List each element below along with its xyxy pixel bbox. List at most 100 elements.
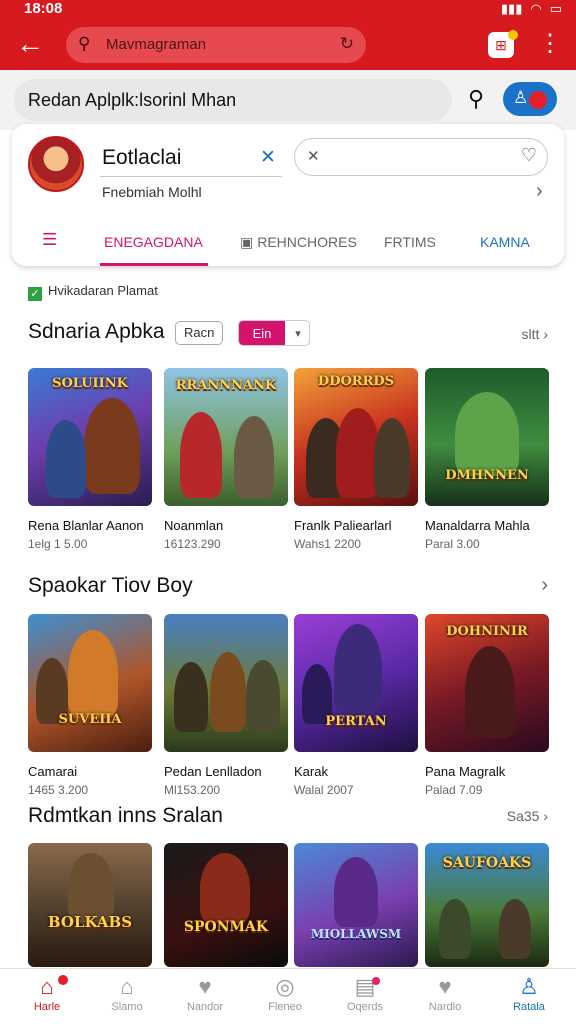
- bottom-navigation: ⌂ Harle ⌂ Slamo ♥ Nandor ◎ Fleneo ▤ Oqer…: [0, 968, 576, 1024]
- chevron-right-icon[interactable]: ›: [536, 180, 543, 203]
- chevron-down-icon: ▾: [295, 328, 301, 340]
- home-icon: ⌂: [40, 974, 54, 999]
- search-input[interactable]: Redan Aplplk:lsorinl Mhan: [14, 79, 452, 121]
- search-placeholder: Redan Aplplk:lsorinl Mhan: [28, 90, 237, 110]
- game-logo: SUVEIIA: [58, 712, 122, 727]
- nav-label: Ratala: [513, 1001, 545, 1013]
- game-thumbnail: DDORRDS: [294, 368, 418, 506]
- nav-label: Oqerds: [346, 1001, 384, 1013]
- nav-store[interactable]: ⌂ Slamo: [92, 973, 162, 1013]
- game-card[interactable]: MIOLLAWSM: [294, 843, 418, 967]
- game-meta: Walal 2007: [294, 783, 354, 797]
- heart-icon: ♥: [198, 974, 212, 999]
- checkbox-icon: ✓: [28, 287, 42, 301]
- profile-subtitle: Fnebmiah Molhl: [102, 184, 202, 200]
- nav-home[interactable]: ⌂ Harle: [12, 973, 82, 1013]
- game-logo: PERTAN: [325, 714, 387, 729]
- search-row: Redan Aplplk:lsorinl Mhan ⚲ ♙: [0, 70, 576, 130]
- grid-icon: ▣: [240, 234, 254, 250]
- game-title: Rena Blanlar Aanon: [28, 518, 144, 533]
- nav-label: Slamo: [111, 1001, 143, 1013]
- sort-label: Ein: [239, 321, 285, 345]
- game-card[interactable]: PERTAN Karak Walal 2007: [294, 614, 418, 797]
- back-arrow-icon[interactable]: ←: [16, 30, 46, 60]
- game-thumbnail: DOHNINIR: [425, 614, 549, 752]
- active-tab-indicator: [100, 263, 208, 266]
- game-title: Pana Magralk: [425, 764, 506, 779]
- account-toggle-button[interactable]: ♙: [503, 82, 557, 116]
- game-title: Manaldarra Mahla: [425, 518, 530, 533]
- game-logo: BOLKABS: [47, 913, 133, 931]
- game-logo: SPONMAK: [183, 919, 269, 935]
- more-menu-icon[interactable]: ⋮: [538, 30, 562, 58]
- nav-wishlist[interactable]: ♥ Nardlo: [410, 973, 480, 1013]
- game-thumbnail: SUVEIIA: [28, 614, 152, 752]
- game-card[interactable]: SOLUIINK Rena Blanlar Aanon 1elg 1 5.00: [28, 368, 152, 551]
- list-icon: ☰: [42, 230, 58, 249]
- game-thumbnail: BOLKABS: [28, 843, 152, 967]
- game-logo: MIOLLAWSM: [310, 927, 402, 941]
- tab-kamna[interactable]: KAMNA: [480, 234, 530, 250]
- url-text: Mavmagraman: [106, 36, 207, 53]
- tab-frtims[interactable]: FRTIMS: [384, 234, 436, 250]
- search-icon: ⚲: [78, 34, 91, 53]
- see-all-link[interactable]: sltt ›: [522, 326, 548, 342]
- chevron-right-icon[interactable]: ›: [541, 574, 548, 597]
- game-meta: Palad 7.09: [425, 783, 483, 797]
- filter-input[interactable]: ✕ ♡: [294, 138, 548, 176]
- tab-label: REHNCHORES: [257, 234, 357, 250]
- nav-label: Fleneo: [268, 1001, 302, 1013]
- game-card[interactable]: SAUFOAKS: [425, 843, 549, 967]
- nav-chat[interactable]: ▤ Oqerds: [330, 973, 400, 1013]
- nav-favorites[interactable]: ♥ Nandor: [170, 973, 240, 1013]
- chat-bubble-icon[interactable]: ♡: [521, 145, 537, 166]
- game-meta: 1elg 1 5.00: [28, 537, 88, 551]
- tab-engagement[interactable]: ENEGAGDANA: [104, 234, 203, 250]
- wifi-icon: ◠: [530, 1, 542, 16]
- game-title: Karak: [294, 764, 328, 779]
- game-logo: DDORRDS: [317, 374, 395, 389]
- game-card[interactable]: BOLKABS: [28, 843, 152, 967]
- see-all-link[interactable]: Sa35 ›: [507, 808, 548, 824]
- profile-name[interactable]: Eotlaclai: [102, 146, 181, 170]
- section-title: Spaokar Tiov Boy: [28, 574, 193, 597]
- game-thumbnail: RRANNNANK: [164, 368, 288, 506]
- battery-icon: ▭: [549, 1, 562, 16]
- game-card[interactable]: SPONMAK: [164, 843, 288, 967]
- game-card[interactable]: Pedan Lenlladon Ml153.200: [164, 614, 288, 797]
- nav-games[interactable]: ◎ Fleneo: [250, 973, 320, 1013]
- game-logo: DOHNINIR: [446, 624, 528, 639]
- person-icon: ♙: [513, 88, 529, 107]
- game-title: Noanmlan: [164, 518, 224, 533]
- avatar[interactable]: [28, 136, 84, 192]
- section-title: Sdnaria Apbka: [28, 320, 165, 343]
- close-icon[interactable]: ✕: [260, 146, 276, 169]
- signal-icon: ▮▮▮: [500, 1, 523, 16]
- divider: [100, 176, 282, 177]
- verified-text: Hvikadaran Plamat: [48, 283, 158, 298]
- game-logo: SOLUIINK: [52, 376, 128, 391]
- game-thumbnail: SPONMAK: [164, 843, 288, 967]
- game-thumbnail: DMHNNEN: [425, 368, 549, 506]
- game-card[interactable]: RRANNNANK Noanmlan 16123.290: [164, 368, 288, 551]
- game-meta: Wahs1 2200: [294, 537, 361, 551]
- notification-dot: [508, 30, 518, 40]
- reload-icon[interactable]: ↻: [340, 34, 354, 54]
- nav-profile[interactable]: ♙ Ratala: [494, 973, 564, 1013]
- game-thumbnail: SAUFOAKS: [425, 843, 549, 967]
- search-button-icon[interactable]: ⚲: [468, 86, 484, 112]
- notification-badge: [372, 977, 380, 985]
- tab-rehnchores[interactable]: ▣ REHNCHORES: [240, 234, 357, 251]
- clear-icon[interactable]: ✕: [307, 147, 320, 165]
- profile-tabs: ☰ ENEGAGDANA ▣ REHNCHORES FRTIMS KAMNA: [12, 224, 564, 266]
- filter-chip[interactable]: Racn: [175, 321, 224, 345]
- nav-label: Nardlo: [428, 1001, 462, 1013]
- sort-dropdown[interactable]: Ein ▾: [238, 320, 310, 346]
- game-card[interactable]: DMHNNEN Manaldarra Mahla Paral 3.00: [425, 368, 549, 551]
- game-card[interactable]: SUVEIIA Camarai 1465 3.200: [28, 614, 152, 797]
- see-all-label: sltt: [521, 326, 540, 342]
- url-bar[interactable]: ⚲ Mavmagraman ↻: [66, 27, 366, 63]
- profile-icon: ♙: [519, 974, 539, 999]
- game-card[interactable]: DDORRDS Franlk Paliearlarl Wahs1 2200: [294, 368, 418, 551]
- game-card[interactable]: DOHNINIR Pana Magralk Palad 7.09: [425, 614, 549, 797]
